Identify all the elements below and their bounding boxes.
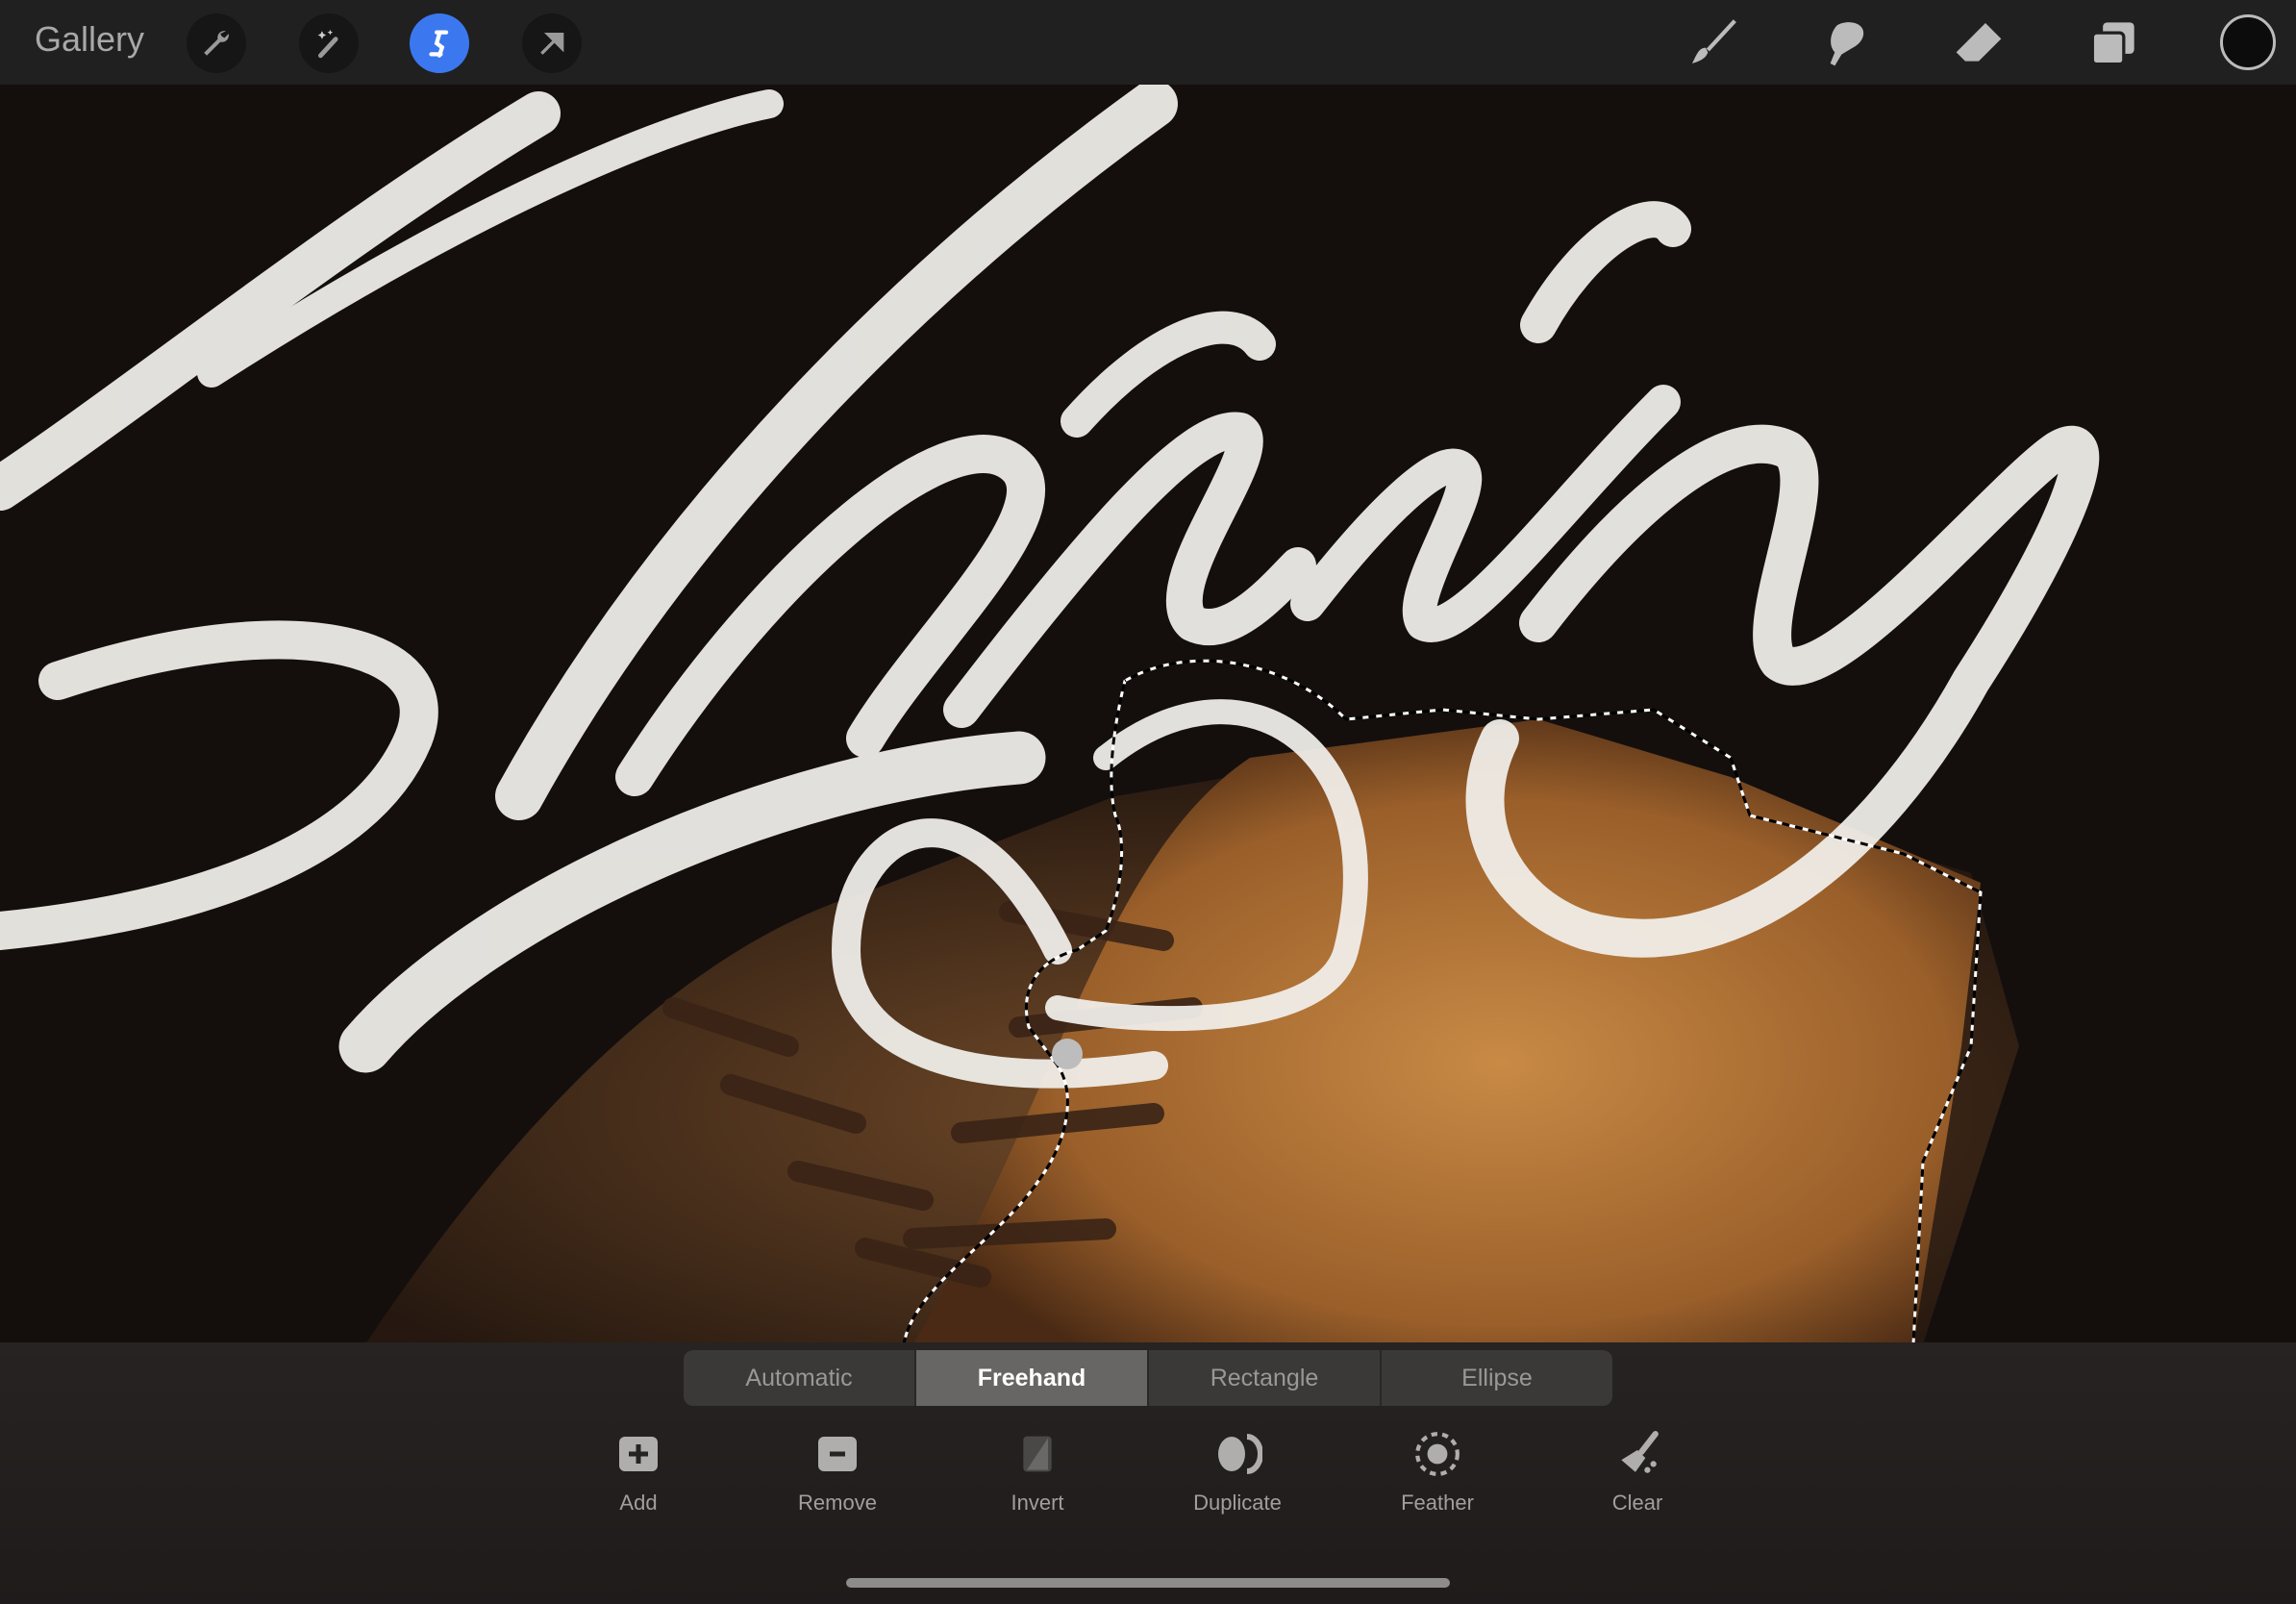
arrow-icon[interactable] xyxy=(522,13,582,73)
feather-label: Feather xyxy=(1401,1491,1474,1515)
remove-icon xyxy=(765,1427,910,1481)
duplicate-button[interactable]: Duplicate xyxy=(1165,1427,1310,1516)
selection-panel: Automatic Freehand Rectangle Ellipse Add… xyxy=(0,1342,2296,1604)
magic-wand-icon[interactable] xyxy=(299,13,359,73)
remove-label: Remove xyxy=(798,1491,877,1515)
remove-button[interactable]: Remove xyxy=(765,1427,910,1516)
brush-icon[interactable] xyxy=(1683,13,1742,73)
feather-button[interactable]: Feather xyxy=(1365,1427,1510,1516)
invert-label: Invert xyxy=(1011,1491,1064,1515)
top-toolbar: Gallery xyxy=(0,0,2296,85)
drawing-canvas[interactable] xyxy=(0,85,2296,1342)
selection-mode-control: Automatic Freehand Rectangle Ellipse xyxy=(684,1350,1612,1406)
selection-icon[interactable] xyxy=(410,13,469,73)
mode-automatic[interactable]: Automatic xyxy=(684,1350,916,1406)
invert-icon xyxy=(965,1427,1110,1481)
duplicate-label: Duplicate xyxy=(1193,1491,1282,1515)
mode-rectangle[interactable]: Rectangle xyxy=(1149,1350,1382,1406)
feather-icon xyxy=(1365,1427,1510,1481)
selection-node-handle xyxy=(1052,1039,1083,1069)
add-button[interactable]: Add xyxy=(566,1427,711,1516)
gallery-button[interactable]: Gallery xyxy=(35,19,144,60)
mode-freehand[interactable]: Freehand xyxy=(916,1350,1149,1406)
eraser-icon[interactable] xyxy=(1949,13,2009,73)
add-icon xyxy=(566,1427,711,1481)
clear-button[interactable]: Clear xyxy=(1565,1427,1710,1516)
mode-ellipse[interactable]: Ellipse xyxy=(1382,1350,1612,1406)
layers-icon[interactable] xyxy=(2084,13,2143,73)
add-label: Add xyxy=(619,1491,658,1515)
home-indicator[interactable] xyxy=(846,1578,1450,1588)
wrench-icon[interactable] xyxy=(187,13,246,73)
color-picker-button[interactable] xyxy=(2220,14,2276,70)
invert-button[interactable]: Invert xyxy=(965,1427,1110,1516)
smudge-icon[interactable] xyxy=(1816,13,1876,73)
duplicate-icon xyxy=(1165,1427,1310,1481)
clear-icon xyxy=(1565,1427,1710,1481)
artwork xyxy=(0,85,2100,1342)
clear-label: Clear xyxy=(1611,1491,1663,1515)
